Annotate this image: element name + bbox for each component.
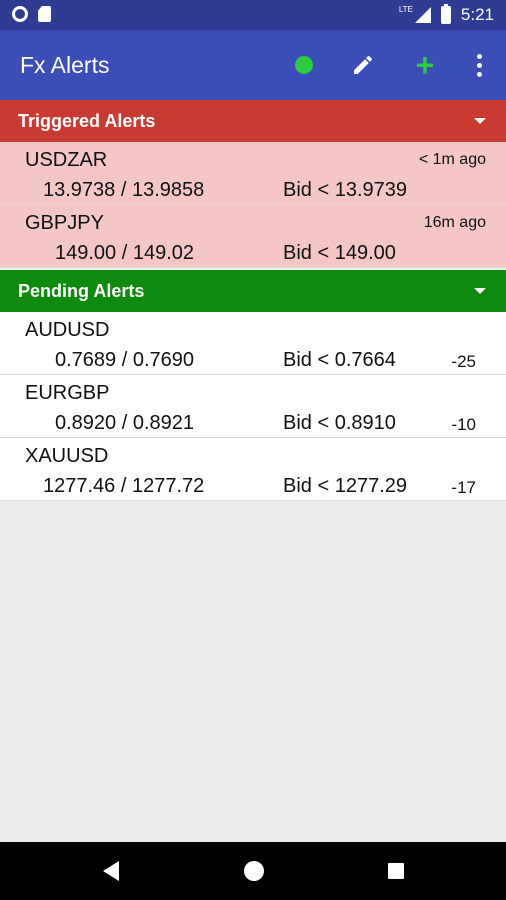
alert-condition: Bid < 1277.29 [283, 475, 407, 497]
recents-icon[interactable] [388, 863, 404, 879]
alert-symbol: EURGBP [25, 382, 110, 404]
pencil-icon [354, 55, 373, 74]
alert-condition: Bid < 0.8910 [283, 412, 396, 434]
collapse-pending-icon[interactable] [474, 288, 486, 294]
more-vert-icon [476, 53, 482, 77]
network-type-label: LTE [398, 5, 413, 14]
alert-symbol: XAUUSD [25, 445, 109, 467]
status-time: 5:21 [460, 5, 494, 24]
notification-icon [12, 6, 28, 22]
navigation-bar [0, 842, 506, 900]
status-bar: LTE 5:21 [0, 0, 506, 30]
alert-prices: 0.8920 / 0.8921 [55, 412, 195, 434]
more-options-button[interactable] [454, 30, 504, 100]
alert-symbol: AUDUSD [25, 319, 110, 341]
pending-alerts-title: Pending Alerts [18, 281, 145, 301]
triggered-alerts-title: Triggered Alerts [18, 111, 156, 131]
collapse-triggered-icon[interactable] [474, 118, 486, 124]
alert-triggered-time: 16m ago [423, 214, 486, 231]
back-icon[interactable] [103, 861, 119, 881]
alert-pip-distance: -10 [451, 415, 476, 434]
alert-row-audusd[interactable]: AUDUSD 0.7689 / 0.7690 Bid < 0.7664 -25 [0, 312, 506, 375]
pending-alerts-header[interactable]: Pending Alerts [0, 270, 506, 312]
alert-symbol: USDZAR [25, 149, 108, 171]
alert-prices: 149.00 / 149.02 [55, 242, 195, 264]
alert-pip-distance: -17 [451, 478, 476, 497]
app-title: Fx Alerts [20, 52, 110, 78]
alert-condition: Bid < 13.9739 [283, 179, 407, 201]
alert-row-eurgbp[interactable]: EURGBP 0.8920 / 0.8921 Bid < 0.8910 -10 [0, 375, 506, 438]
add-alert-button[interactable]: + [400, 30, 450, 100]
connection-status-button[interactable] [279, 30, 329, 100]
home-icon[interactable] [244, 861, 264, 881]
alert-prices: 0.7689 / 0.7690 [55, 349, 195, 371]
alert-row-xauusd[interactable]: XAUUSD 1277.46 / 1277.72 Bid < 1277.29 -… [0, 438, 506, 501]
plus-icon: + [415, 47, 435, 83]
alert-condition: Bid < 0.7664 [283, 349, 396, 371]
alert-pip-distance: -25 [451, 352, 476, 371]
alert-condition: Bid < 149.00 [283, 242, 396, 264]
alert-row-usdzar[interactable]: USDZAR 13.9738 / 13.9858 Bid < 13.9739 <… [0, 142, 506, 205]
triggered-alerts-header[interactable]: Triggered Alerts [0, 100, 506, 142]
alert-prices: 13.9738 / 13.9858 [43, 179, 205, 201]
alert-triggered-time: < 1m ago [418, 151, 486, 168]
alert-prices: 1277.46 / 1277.72 [43, 475, 205, 497]
edit-button[interactable] [338, 30, 388, 100]
alert-symbol: GBPJPY [25, 212, 104, 234]
battery-icon [440, 4, 451, 24]
connection-status-icon [295, 56, 313, 74]
signal-icon [414, 7, 431, 23]
alert-row-gbpjpy[interactable]: GBPJPY 149.00 / 149.02 Bid < 149.00 16m … [0, 205, 506, 268]
app-bar: Fx Alerts + [0, 30, 506, 100]
sd-card-icon [38, 6, 51, 22]
